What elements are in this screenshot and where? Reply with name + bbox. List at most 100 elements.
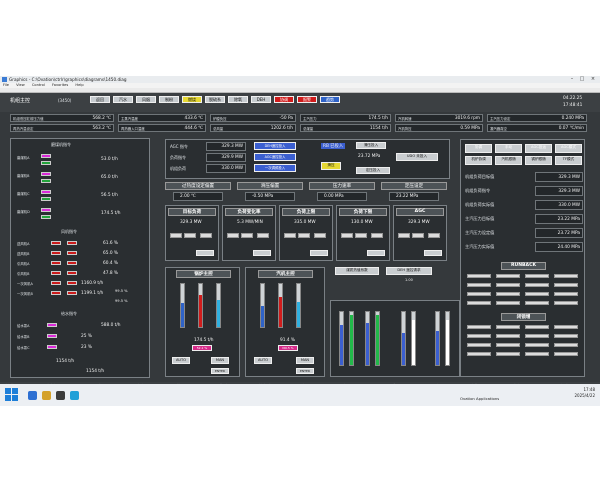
load-block-down-arrow[interactable] bbox=[227, 233, 239, 238]
mill-status-icon bbox=[41, 172, 51, 176]
right-panel: 协调 手动 AGC投运 AGC模式 机炉协调 汽机跟随 锅炉跟随 TF模式 机组负荷目标值 32… bbox=[460, 139, 585, 377]
nav-button-9[interactable]: 报警 bbox=[297, 96, 317, 103]
load-block-enter[interactable] bbox=[196, 250, 214, 256]
boiler-man-button[interactable]: MAN bbox=[211, 357, 229, 364]
param-label-2: 炉膛负压 bbox=[213, 117, 227, 121]
rb-flag[interactable]: RB 已投入 bbox=[321, 143, 346, 149]
windows-start-icon[interactable] bbox=[5, 388, 19, 402]
load-block-down-arrow[interactable] bbox=[284, 233, 296, 238]
explorer-icon[interactable] bbox=[28, 391, 37, 400]
load-block-enter[interactable] bbox=[367, 250, 385, 256]
load-block-set[interactable] bbox=[200, 233, 212, 238]
lock-cell bbox=[554, 334, 578, 338]
fan-pct-1: 99.5 % bbox=[115, 289, 128, 293]
load-block-up-arrow[interactable] bbox=[241, 233, 253, 238]
mode-button-6[interactable]: 锅炉跟随 bbox=[525, 156, 552, 165]
load-block-enter[interactable] bbox=[253, 250, 271, 256]
load-block-set[interactable] bbox=[428, 233, 440, 238]
lock-cell bbox=[496, 301, 520, 305]
param-value-11: 0.07 ℃/min bbox=[558, 126, 584, 131]
menu-file[interactable]: File bbox=[3, 83, 9, 87]
agc-flag-2[interactable]: 一次调频投入 bbox=[254, 164, 296, 172]
mode-button-4[interactable]: 机炉协调 bbox=[465, 156, 492, 165]
nav-button-6[interactable]: 除氧 bbox=[228, 96, 248, 103]
lock-cell bbox=[467, 283, 491, 287]
throttle-button[interactable]: 滑压投入 bbox=[356, 142, 386, 149]
udo-button[interactable]: UDO 未投入 bbox=[396, 153, 438, 161]
minimize-icon[interactable]: – bbox=[568, 76, 576, 83]
load-block-down-arrow[interactable] bbox=[398, 233, 410, 238]
nav-button-3[interactable]: 制粉 bbox=[159, 96, 179, 103]
load-block-up-arrow[interactable] bbox=[355, 233, 367, 238]
lock-cell bbox=[496, 343, 520, 347]
master-bar-fill bbox=[217, 300, 220, 327]
mode-button-0[interactable]: 协调 bbox=[465, 144, 492, 153]
param-label-8: 总风量 bbox=[213, 127, 224, 131]
load-block-enter[interactable] bbox=[310, 250, 328, 256]
load-block-value: 329.3 MW bbox=[180, 220, 202, 225]
mode-button-2[interactable]: AGC投运 bbox=[525, 144, 552, 153]
boiler-auto-button[interactable]: AUTO bbox=[172, 357, 190, 364]
fixed-press-button[interactable]: 定压投入 bbox=[356, 167, 390, 174]
boiler-title: 锅炉主控 bbox=[176, 270, 231, 278]
folder-icon[interactable] bbox=[42, 391, 51, 400]
mode-button-7[interactable]: TF模式 bbox=[555, 156, 582, 165]
nav-button-8[interactable]: 协调 bbox=[274, 96, 294, 103]
mode-button-1[interactable]: 手动 bbox=[495, 144, 522, 153]
lock-cell bbox=[554, 352, 578, 356]
nav-button-10[interactable]: 趋势 bbox=[320, 96, 340, 103]
slide-button[interactable]: 滑压 bbox=[321, 162, 341, 170]
fan-alarm-icon bbox=[51, 271, 61, 275]
load-block-up-arrow[interactable] bbox=[298, 233, 310, 238]
menu-help[interactable]: Help bbox=[75, 83, 83, 87]
menu-control[interactable]: Control bbox=[32, 83, 45, 87]
maximize-icon[interactable]: □ bbox=[578, 76, 586, 83]
load-block-up-arrow[interactable] bbox=[412, 233, 424, 238]
lock-cell bbox=[525, 352, 549, 356]
menu-favorites[interactable]: Favorites bbox=[52, 83, 68, 87]
turbine-value: 91.4 % bbox=[280, 338, 296, 343]
turbine-man-button[interactable]: MAN bbox=[296, 357, 314, 364]
agc-flag-0[interactable]: DEH遥控投入 bbox=[254, 142, 296, 150]
load-block-down-arrow[interactable] bbox=[341, 233, 353, 238]
agc-flag-1[interactable]: AGC遥控投入 bbox=[254, 153, 296, 161]
nav-button-7[interactable]: DEH bbox=[251, 96, 271, 103]
mill-row: 磨煤机C 56.5 t/h bbox=[11, 189, 151, 205]
load-block-4: AGC 329.3 MW bbox=[393, 205, 447, 261]
turbine-enter-button[interactable]: ENTER bbox=[296, 368, 314, 374]
feed-name: 给水泵A bbox=[17, 324, 30, 328]
feed-name: 给水泵B bbox=[17, 335, 30, 339]
nav-button-4[interactable]: 燃烧 bbox=[182, 96, 202, 103]
turbine-auto-button[interactable]: AUTO bbox=[254, 357, 272, 364]
mill-name: 磨煤机A bbox=[17, 156, 30, 160]
menu-view[interactable]: View bbox=[16, 83, 25, 87]
load-block-set[interactable] bbox=[314, 233, 326, 238]
load-block-enter[interactable] bbox=[424, 250, 442, 256]
coal-gain-tag[interactable]: 煤质热值系数 bbox=[335, 267, 379, 275]
boiler-enter-button[interactable]: ENTER bbox=[211, 368, 229, 374]
mode-button-3[interactable]: AGC模式 bbox=[555, 144, 582, 153]
indicator-bar-2 bbox=[349, 311, 354, 366]
terminal-icon[interactable] bbox=[56, 391, 65, 400]
nav-button-2[interactable]: 风烟 bbox=[136, 96, 156, 103]
turbine-title: 汽机主控 bbox=[258, 270, 313, 278]
lock-cell bbox=[467, 292, 491, 296]
load-block-set[interactable] bbox=[257, 233, 269, 238]
mode-button-5[interactable]: 汽机跟随 bbox=[495, 156, 522, 165]
ovation-icon[interactable] bbox=[70, 391, 79, 400]
lock-cell bbox=[496, 283, 520, 287]
load-block-set[interactable] bbox=[371, 233, 383, 238]
mid-field-label-1: 滑压偏置 bbox=[237, 182, 303, 190]
param-6: 再热汽温设定 563.2 ℃ bbox=[10, 124, 114, 132]
right-row-value: 24.40 MPa bbox=[557, 245, 580, 250]
nav-button-1[interactable]: 汽水 bbox=[113, 96, 133, 103]
deh-req-tag[interactable]: DEH 遥控请求 bbox=[386, 267, 432, 275]
close-icon[interactable]: × bbox=[589, 76, 597, 83]
load-block-up-arrow[interactable] bbox=[184, 233, 196, 238]
nav-button-0[interactable]: 返回 bbox=[90, 96, 110, 103]
nav-button-5[interactable]: 脱硫系 bbox=[205, 96, 225, 103]
param-label-3: 主汽压力 bbox=[303, 117, 317, 121]
lock-cell bbox=[525, 301, 549, 305]
load-block-value: 5.3 MW/MIN bbox=[237, 220, 263, 225]
load-block-down-arrow[interactable] bbox=[170, 233, 182, 238]
